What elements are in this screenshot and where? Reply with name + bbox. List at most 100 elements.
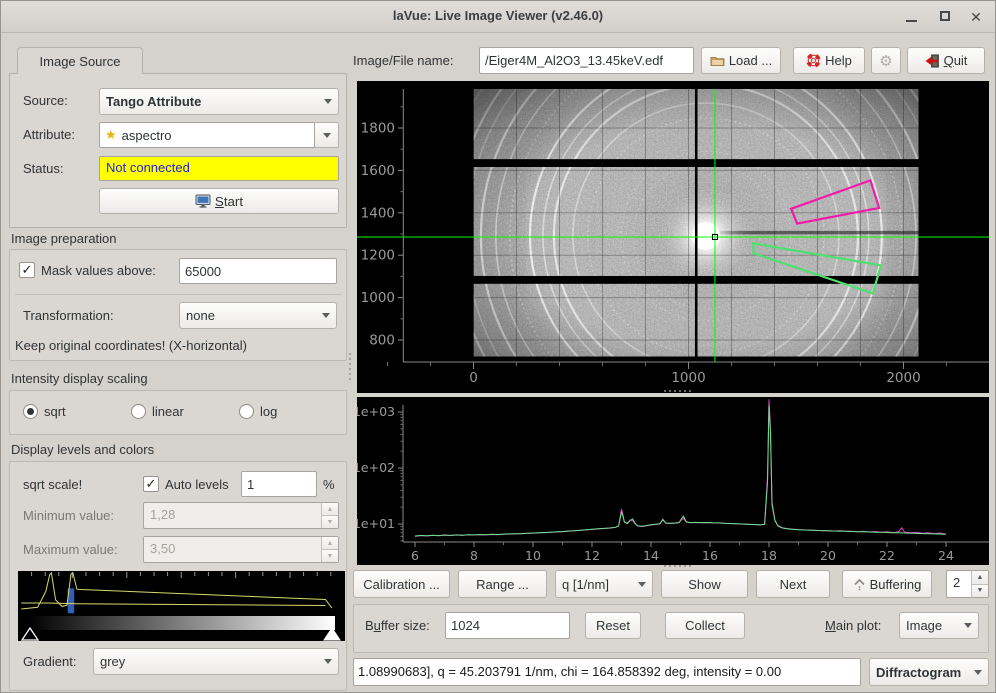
titlebar: laVue: Live Image Viewer (v2.46.0) ✕: [1, 1, 995, 33]
radio-icon: [23, 404, 38, 419]
reset-button[interactable]: Reset: [585, 612, 641, 639]
attribute-combo[interactable]: ★ aspectro: [99, 122, 339, 148]
eject-up-icon: [853, 578, 866, 591]
attribute-value: aspectro: [122, 128, 172, 143]
gradient-label: Gradient:: [23, 654, 76, 669]
svg-text:14: 14: [643, 548, 659, 563]
auto-levels-checkbox-row: ✓ Auto levels: [143, 476, 229, 492]
divider: [15, 294, 341, 295]
main-plot-combo[interactable]: Image: [899, 612, 979, 639]
auto-levels-percent-input[interactable]: [241, 471, 317, 497]
svg-text:8: 8: [470, 548, 478, 563]
file-name-input[interactable]: [479, 47, 694, 74]
source-combo[interactable]: Tango Attribute: [99, 88, 339, 115]
svg-text:10: 10: [525, 548, 541, 563]
svg-text:20: 20: [820, 548, 836, 563]
sqrt-scale-note: sqrt scale!: [23, 477, 82, 492]
source-label: Source:: [23, 93, 68, 108]
radio-icon: [239, 404, 254, 419]
radio-sqrt[interactable]: sqrt: [23, 404, 66, 419]
column-splitter-handle[interactable]: [349, 353, 351, 380]
close-icon[interactable]: ✕: [965, 7, 987, 27]
window-title: laVue: Live Image Viewer (v2.46.0): [1, 8, 995, 23]
chevron-down-icon: [974, 670, 982, 675]
section-intensity-scaling: Intensity display scaling: [11, 371, 148, 386]
calibration-button[interactable]: Calibration ...: [353, 570, 450, 598]
image-plot[interactable]: 01000200080010001200140016001800: [357, 81, 989, 393]
radio-linear[interactable]: linear: [131, 404, 184, 419]
minimum-value-spinbox: 1,28 ▲▼: [143, 502, 339, 529]
maximum-value-spinbox: 3,50 ▲▼: [143, 536, 339, 563]
quit-button[interactable]: Quit: [907, 47, 985, 74]
mask-label: Mask values above:: [41, 263, 156, 278]
buffering-button[interactable]: Buffering: [842, 570, 932, 598]
mask-checkbox-row: ✓ Mask values above:: [19, 262, 156, 278]
status-label: Status:: [23, 161, 63, 176]
svg-text:1000: 1000: [361, 290, 395, 306]
transformation-combo[interactable]: none: [179, 302, 337, 329]
units-combo[interactable]: q [1/nm]: [555, 570, 653, 598]
show-button[interactable]: Show: [661, 570, 748, 598]
range-button[interactable]: Range ...: [458, 570, 547, 598]
mask-value-input[interactable]: [179, 258, 337, 284]
plot-splitter-handle[interactable]: [664, 390, 691, 392]
star-icon: ★: [105, 127, 117, 143]
svg-text:16: 16: [702, 548, 718, 563]
svg-text:1200: 1200: [361, 248, 395, 264]
pointer-status-readout[interactable]: 1.08990683], q = 45.203791 1/nm, chi = 1…: [353, 658, 861, 686]
svg-text:1e+03: 1e+03: [357, 404, 395, 419]
buffer-count-spinbox[interactable]: 2 ▲▼: [946, 570, 989, 598]
start-button[interactable]: Start: [99, 188, 339, 214]
mask-checkbox[interactable]: ✓: [19, 262, 35, 278]
svg-text:1e+02: 1e+02: [357, 460, 395, 475]
svg-text:24: 24: [938, 548, 954, 563]
maximum-value-label: Maximum value:: [23, 542, 118, 557]
load-button[interactable]: Load ...: [701, 47, 781, 74]
section-display-levels: Display levels and colors: [11, 442, 154, 457]
collect-button[interactable]: Collect: [665, 612, 745, 639]
exit-door-icon: [925, 54, 940, 68]
levels-histogram-widget[interactable]: [18, 571, 345, 641]
attribute-label: Attribute:: [23, 127, 75, 142]
svg-text:1600: 1600: [361, 163, 395, 179]
chevron-down-icon: [638, 582, 646, 587]
radio-icon: [131, 404, 146, 419]
coordinates-warning: Keep original coordinates! (X-horizontal…: [15, 338, 247, 353]
toolbar-splitter-handle[interactable]: [664, 565, 691, 567]
svg-text:1400: 1400: [361, 205, 395, 221]
diffractogram-plot[interactable]: 6810121416182022241e+011e+021e+03: [357, 397, 989, 565]
tab-image-source[interactable]: Image Source: [17, 47, 143, 74]
attribute-dropdown-button[interactable]: [315, 122, 339, 148]
lifebuoy-icon: [806, 53, 821, 68]
buffer-size-label: Buffer size:: [365, 618, 430, 633]
chevron-down-icon: [323, 133, 331, 138]
settings-button[interactable]: ⚙: [871, 47, 901, 74]
gradient-combo[interactable]: grey: [93, 648, 339, 675]
percent-label: %: [323, 477, 335, 492]
spin-up-icon[interactable]: ▲: [972, 571, 988, 585]
spin-down-icon[interactable]: ▼: [972, 585, 988, 598]
minimize-icon[interactable]: [901, 7, 923, 27]
svg-text:6: 6: [411, 548, 419, 563]
spin-down-icon: ▼: [322, 550, 338, 562]
minimum-value-label: Minimum value:: [23, 508, 114, 523]
svg-text:18: 18: [761, 548, 777, 563]
help-button[interactable]: Help: [793, 47, 865, 74]
next-button[interactable]: Next: [756, 570, 830, 598]
folder-icon: [710, 55, 725, 67]
buffer-size-input[interactable]: [445, 612, 570, 639]
plot-type-combo[interactable]: Diffractogram: [869, 658, 989, 686]
chevron-down-icon: [964, 623, 972, 628]
status-badge: Not connected: [99, 156, 339, 181]
check-icon: ✓: [146, 476, 157, 491]
auto-levels-checkbox[interactable]: ✓: [143, 476, 159, 492]
chevron-down-icon: [322, 313, 330, 318]
main-plot-label: Main plot:: [825, 618, 881, 633]
chevron-down-icon: [324, 659, 332, 664]
section-image-preparation: Image preparation: [11, 231, 117, 246]
radio-log[interactable]: log: [239, 404, 277, 419]
app-window: laVue: Live Image Viewer (v2.46.0) ✕ Ima…: [0, 0, 996, 693]
auto-levels-label: Auto levels: [165, 477, 229, 492]
maximize-icon[interactable]: [935, 7, 957, 27]
monitor-icon: [195, 194, 211, 208]
